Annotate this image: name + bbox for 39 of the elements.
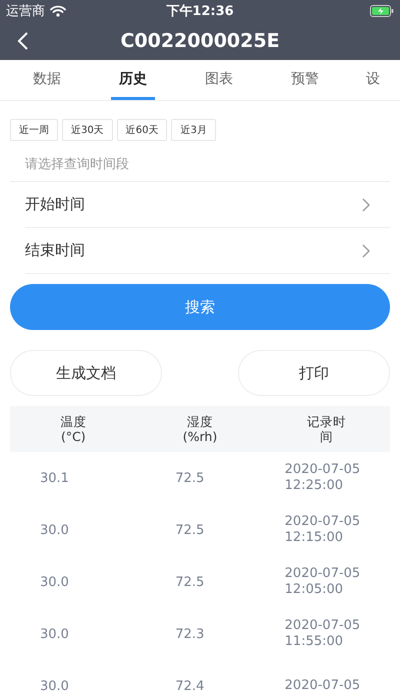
table-cell: 30.0 (40, 678, 69, 694)
table-cell: 30.1 (40, 470, 69, 486)
table-cell: 72.4 (175, 678, 204, 694)
table-cell: 72.5 (175, 522, 204, 538)
chevron-icon (362, 198, 370, 212)
range-button[interactable]: 近一周 (10, 119, 58, 141)
range-button[interactable]: 近60天 (116, 119, 168, 141)
table-cell-text: 2020-07-05 12:15:00 (284, 514, 362, 546)
table-cell: 30.0 (40, 574, 69, 590)
time-picker-row[interactable]: 结束时间 (25, 228, 390, 274)
table-cell-text: 2020-07-05 12:25:00 (284, 462, 362, 494)
back-icon[interactable] (17, 31, 29, 51)
table-cell: 72.5 (175, 470, 204, 486)
battery-icon (370, 5, 394, 17)
clock-time: 下午12:36 (166, 3, 234, 20)
action-button[interactable]: 生成文档 (10, 350, 162, 396)
time-picker-row[interactable]: 开始时间 (25, 182, 390, 228)
range-hint: 请选择查询时间段 (10, 149, 390, 182)
wifi-icon (50, 5, 66, 17)
action-button[interactable]: 打印 (238, 350, 390, 396)
table-cell: 30.0 (40, 522, 69, 538)
column-heading: 记录时间 (306, 414, 348, 444)
table-cell: 30.0 (40, 626, 69, 642)
range-button[interactable]: 近3月 (171, 119, 216, 141)
chevron-icon (362, 244, 370, 258)
table-cell-text: 2020-07-05 12:05:00 (284, 566, 362, 598)
column-heading: 湿度 (%rh) (182, 414, 218, 444)
tab[interactable]: 图表 (176, 60, 262, 100)
range-button[interactable]: 近30天 (62, 119, 113, 141)
tab[interactable]: 数据 (4, 60, 90, 100)
table-cell-text: 2020-07-05 11:55:00 (284, 618, 362, 650)
table-cell: 72.5 (175, 574, 204, 590)
table-cell: 72.3 (175, 626, 204, 642)
tab[interactable]: 设 (348, 60, 400, 100)
carrier-label: 运营商 (6, 3, 45, 20)
column-heading: 温度 (°C) (59, 414, 88, 444)
tab[interactable]: 预警 (262, 60, 348, 100)
table-cell-text: 2020-07-05 (284, 678, 362, 694)
page-title: C0022000025E (120, 30, 280, 52)
